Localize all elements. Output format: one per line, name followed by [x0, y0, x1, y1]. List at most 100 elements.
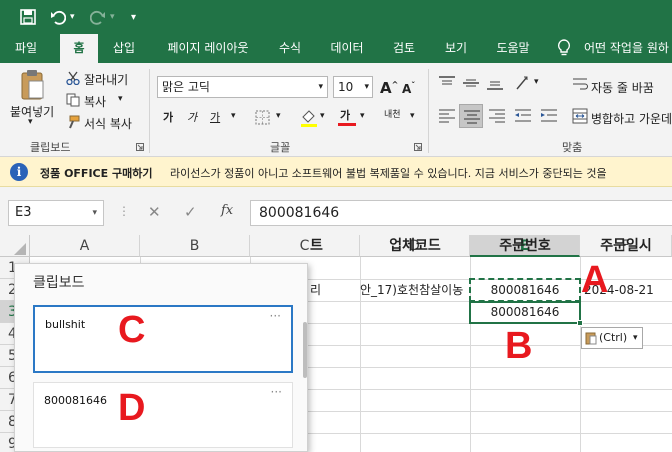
paste-dropdown-icon[interactable]: ▾ [28, 117, 33, 127]
wrap-text-button[interactable]: 자동 줄 바꿈 [591, 79, 654, 96]
tab-help[interactable]: 도움말 [488, 34, 538, 63]
cell-d2[interactable]: 안_17)호천참살이농 [360, 279, 470, 301]
increase-indent-icon[interactable] [540, 107, 558, 125]
fill-handle[interactable] [577, 320, 583, 326]
formula-bar: E3 ▾ ⋮ ✕ ✓ fx 800081646 [0, 187, 672, 235]
paste-icon[interactable] [18, 69, 48, 101]
tab-insert[interactable]: 삽입 [106, 34, 142, 63]
font-color-dropdown-icon[interactable]: ▾ [360, 111, 365, 121]
clipboard-item-2[interactable]: 800081646 ··· [33, 382, 293, 448]
clipboard-group-label: 클립보드 [30, 141, 71, 154]
align-bottom-icon[interactable] [486, 75, 504, 91]
info-icon: i [10, 163, 28, 181]
cell-c1[interactable]: 트 [310, 235, 360, 257]
wrap-text-icon[interactable] [572, 76, 588, 92]
fill-color-dropdown-icon[interactable]: ▾ [320, 111, 325, 121]
clipboard-launcher-icon[interactable] [136, 143, 144, 151]
clipboard-pane-title: 클립보드 [33, 275, 85, 291]
formula-input[interactable]: 800081646 [250, 200, 672, 226]
license-title[interactable]: 정품 OFFICE 구매하기 [40, 165, 152, 181]
name-box[interactable]: E3 ▾ [8, 200, 104, 226]
ribbon-tabs: 파일 홈 삽입 페이지 레이아웃 수식 데이터 검토 보기 도움말 어떤 작업을… [0, 34, 672, 63]
name-box-value: E3 [15, 205, 32, 220]
clipboard-item-1[interactable]: bullshit ··· [33, 305, 293, 373]
tab-review[interactable]: 검토 [384, 34, 424, 63]
increase-font-icon[interactable]: A^ [380, 79, 398, 97]
clipboard-item-more-icon[interactable]: ··· [270, 309, 281, 323]
orientation-icon[interactable] [514, 75, 532, 91]
annotation-b: B [505, 325, 533, 367]
undo-dropdown-icon[interactable]: ▾ [70, 7, 75, 27]
orientation-dropdown-icon[interactable]: ▾ [534, 77, 539, 87]
copy-icon[interactable] [66, 93, 80, 107]
select-all-corner[interactable] [0, 235, 30, 257]
lightbulb-icon [557, 39, 571, 56]
font-size-box[interactable]: 10 ▾ [333, 76, 373, 98]
phonetic-dropdown-icon[interactable]: ▾ [410, 111, 415, 121]
column-header-a[interactable]: A [30, 235, 140, 257]
cell-c2[interactable]: 리 [310, 279, 360, 301]
format-painter-button[interactable]: 서식 복사 [84, 115, 132, 132]
tab-home[interactable]: 홈 [60, 34, 98, 63]
tab-file[interactable]: 파일 [8, 34, 44, 63]
copy-dropdown-icon[interactable]: ▾ [118, 94, 123, 104]
annotation-d: D [118, 387, 146, 429]
alignment-group-label: 맞춤 [562, 141, 583, 154]
font-launcher-icon[interactable] [414, 143, 422, 151]
underline-dropdown-icon[interactable]: ▾ [231, 111, 236, 121]
cut-icon[interactable] [66, 71, 80, 85]
cut-button[interactable]: 잘라내기 [84, 71, 128, 88]
font-name-dropdown-icon[interactable]: ▾ [318, 77, 323, 97]
redo-dropdown-icon[interactable]: ▾ [110, 7, 115, 27]
fill-color-icon[interactable] [300, 109, 318, 127]
customize-qat-icon[interactable]: ▾ [131, 8, 136, 28]
font-color-swatch [338, 123, 356, 126]
save-icon[interactable] [20, 9, 36, 25]
paste-options-icon [585, 332, 597, 345]
name-box-dropdown-icon[interactable]: ▾ [92, 201, 97, 225]
copy-button[interactable]: 복사 [84, 93, 106, 110]
borders-icon[interactable] [255, 110, 270, 125]
undo-icon[interactable] [50, 9, 66, 25]
insert-function-button[interactable]: fx [221, 203, 233, 218]
tab-formulas[interactable]: 수식 [270, 34, 310, 63]
borders-dropdown-icon[interactable]: ▾ [276, 111, 281, 121]
align-middle-icon[interactable] [462, 75, 480, 91]
tell-me-search[interactable]: 어떤 작업을 원하 [584, 34, 672, 63]
redo-icon[interactable] [90, 9, 106, 25]
cell-d1[interactable]: 업체코드 [360, 235, 470, 257]
phonetic-button[interactable]: 내천 [384, 107, 401, 120]
annotation-c: C [118, 309, 146, 351]
font-name-value: 맑은 고딕 [162, 80, 210, 94]
align-center-button[interactable] [459, 104, 483, 128]
cancel-formula-icon[interactable]: ✕ [148, 203, 161, 221]
format-painter-icon[interactable] [66, 115, 80, 129]
clipboard-item-more-icon[interactable]: ··· [271, 385, 282, 399]
cell-e1[interactable]: 주문번호 [470, 235, 580, 257]
align-right-icon[interactable] [488, 107, 506, 125]
font-name-box[interactable]: 맑은 고딕 ▾ [157, 76, 328, 98]
font-size-dropdown-icon[interactable]: ▾ [364, 77, 369, 97]
align-left-icon[interactable] [438, 107, 456, 125]
underline-button[interactable]: 가 [210, 109, 220, 125]
tab-data[interactable]: 데이터 [324, 34, 370, 63]
tab-page-layout[interactable]: 페이지 레이아웃 [158, 34, 258, 63]
decrease-font-icon[interactable]: Aˇ [402, 81, 415, 96]
align-center-icon [464, 110, 480, 124]
select-all-triangle-icon [14, 243, 26, 255]
merge-center-button[interactable]: 병합하고 가운데 [591, 110, 672, 127]
bold-button[interactable]: 가 [163, 109, 173, 125]
align-top-icon[interactable] [438, 75, 456, 91]
clipboard-pane-scrollbar[interactable] [303, 322, 307, 378]
italic-button[interactable]: 가 [187, 109, 197, 125]
merge-center-icon[interactable] [572, 108, 588, 124]
formula-bar-grip-icon[interactable]: ⋮ [118, 204, 130, 218]
cell-f1[interactable]: 주문일시 [580, 235, 672, 257]
paste-options-dropdown-icon[interactable]: ▾ [633, 328, 638, 348]
paste-options-button[interactable]: (Ctrl) ▾ [581, 327, 643, 349]
font-color-button[interactable]: 가 [340, 107, 350, 123]
column-header-b[interactable]: B [140, 235, 250, 257]
tab-view[interactable]: 보기 [436, 34, 476, 63]
decrease-indent-icon[interactable] [514, 107, 532, 125]
enter-formula-icon[interactable]: ✓ [184, 203, 197, 221]
